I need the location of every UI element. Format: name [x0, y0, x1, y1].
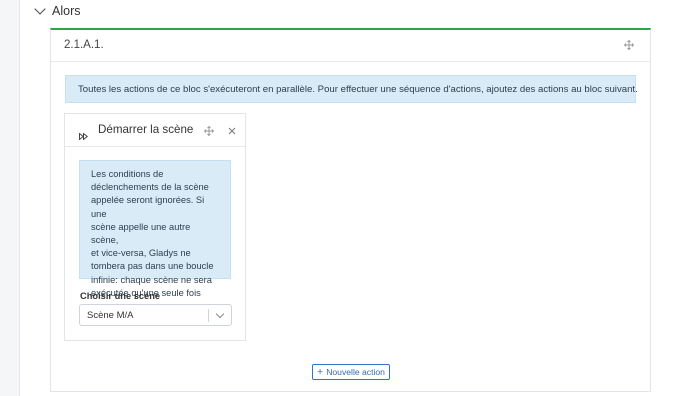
action-card-start-scene: Démarrer la scène Les conditions de décl… [64, 113, 246, 341]
note-line: infinie: chaque scène ne sera [91, 274, 212, 285]
action-card-title: Démarrer la scène [98, 123, 194, 136]
note-line: Les conditions de [91, 169, 164, 179]
action-card-header: Démarrer la scène [65, 114, 245, 147]
move-icon[interactable] [204, 126, 214, 136]
move-icon[interactable] [624, 40, 634, 50]
note-line: tombera pas dans une boucle [91, 261, 214, 272]
action-block: 2.1.A.1. Toutes les actions de ce bloc s… [50, 28, 651, 392]
note-line: scène appelle une autre scène, [91, 221, 191, 246]
scene-select-value: Scène M/A [87, 310, 134, 321]
section-header-then[interactable]: Alors [34, 2, 81, 20]
parallel-info-banner: Toutes les actions de ce bloc s'exécuter… [65, 75, 638, 103]
plus-icon: + [317, 366, 324, 378]
scene-select-label: Choisir une scène [80, 291, 161, 301]
chevron-down-icon[interactable] [34, 3, 46, 15]
note-line: et vice-versa, Gladys ne [91, 248, 191, 259]
block-title: 2.1.A.1. [64, 39, 104, 51]
add-action-button[interactable]: + Nouvelle action [312, 364, 390, 380]
chevron-down-icon[interactable] [215, 309, 225, 319]
fast-forward-icon [79, 127, 88, 145]
scene-warning-note: Les conditions de déclenchements de la s… [79, 160, 231, 298]
block-header: 2.1.A.1. [51, 30, 650, 62]
note-line: appelée seront ignorées. Si une [91, 195, 205, 219]
add-action-label: Nouvelle action [326, 367, 385, 377]
section-title: Alors [52, 4, 81, 18]
note-line: déclenchements de la scène [91, 182, 209, 193]
close-icon[interactable] [228, 127, 236, 136]
select-separator [208, 309, 209, 322]
scene-select[interactable]: Scène M/A [79, 304, 232, 326]
